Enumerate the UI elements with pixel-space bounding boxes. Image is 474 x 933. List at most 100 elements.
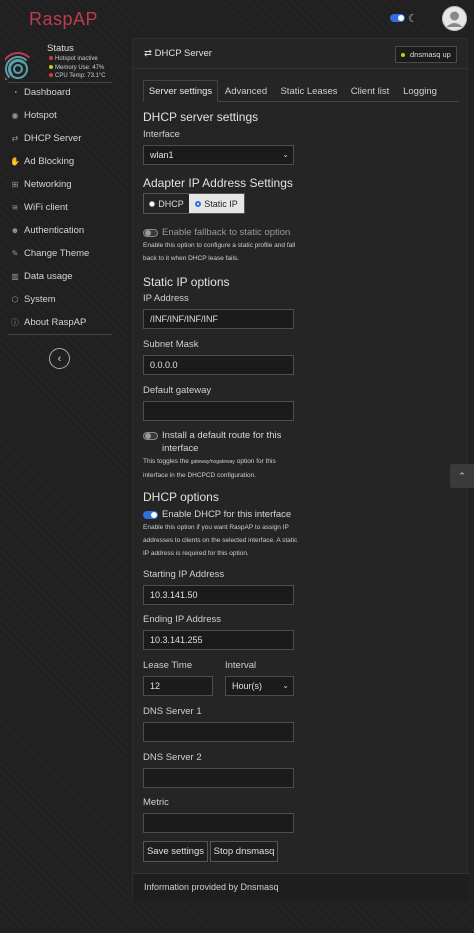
sidebar-item-label: Hotspot xyxy=(24,109,57,121)
sidebar-item-system[interactable]: ⬡ System xyxy=(8,290,112,308)
sidebar-item-label: System xyxy=(24,293,56,305)
radio-static-ip[interactable]: Static IP xyxy=(189,194,244,213)
dns2-field[interactable] xyxy=(143,768,294,788)
tachometer-icon: ◔ xyxy=(12,87,18,97)
sidebar-item-change-theme[interactable]: ✎ Change Theme xyxy=(8,244,112,262)
chevron-left-icon: ‹ xyxy=(57,352,62,365)
interface-label: Interface xyxy=(143,129,180,140)
sidebar-item-hotspot[interactable]: ◉ Hotspot xyxy=(8,106,112,124)
tab-server-settings[interactable]: Server settings xyxy=(143,80,218,102)
status-dot-icon xyxy=(49,56,53,61)
sidebar-item-data-usage[interactable]: ▥ Data usage xyxy=(8,267,112,285)
dot-circle-icon: ◉ xyxy=(11,110,19,120)
avatar[interactable] xyxy=(442,6,467,31)
raspap-logo-icon xyxy=(5,52,31,80)
subnet-mask-field[interactable]: 0.0.0.0 xyxy=(143,355,294,375)
tab-advanced[interactable]: Advanced xyxy=(219,80,273,102)
default-route-toggle[interactable] xyxy=(143,432,158,440)
sidebar-item-ad-blocking[interactable]: ✋ Ad Blocking xyxy=(8,152,112,170)
help-code: gateway/nogateway xyxy=(190,459,235,465)
brand-title[interactable]: RaspAP xyxy=(29,9,98,30)
dns1-field[interactable] xyxy=(143,722,294,742)
user-lock-icon: ☻ xyxy=(10,225,20,235)
dhcp-options-title: DHCP options xyxy=(143,490,219,504)
interface-select[interactable]: wlan1 ⌄ xyxy=(143,145,294,165)
metric-field[interactable] xyxy=(143,813,294,833)
cube-icon: ⬡ xyxy=(11,294,19,304)
divider xyxy=(8,334,112,335)
sidebar-item-label: WiFi client xyxy=(24,201,68,213)
ip-mode-radio-group: DHCP Static IP xyxy=(143,193,245,214)
chevron-down-icon: ⌄ xyxy=(282,150,289,159)
wifi-icon: ≋ xyxy=(11,202,19,212)
sidebar-item-wifi-client[interactable]: ≋ WiFi client xyxy=(8,198,112,216)
footer-text: Information provided by Dnsmasq xyxy=(144,882,279,892)
radio-label: DHCP xyxy=(158,198,184,209)
network-icon: ⊞ xyxy=(11,179,19,189)
status-badge: dnsmasq up xyxy=(395,46,457,63)
sidebar-item-dhcp-server[interactable]: ⇄ DHCP Server xyxy=(8,129,112,147)
interval-label: Interval xyxy=(225,660,257,671)
start-ip-value: 10.3.141.50 xyxy=(150,590,198,600)
tab-client-list[interactable]: Client list xyxy=(345,80,395,102)
start-ip-label: Starting IP Address xyxy=(143,569,225,580)
radio-circle-icon xyxy=(195,200,202,207)
top-bar: RaspAP ☾ xyxy=(0,0,474,38)
sidebar-item-dashboard[interactable]: ◔ Dashboard xyxy=(8,83,112,101)
subnet-value: 0.0.0.0 xyxy=(150,360,178,370)
subnet-label: Subnet Mask xyxy=(143,339,199,350)
sidebar-item-label: Authentication xyxy=(24,224,85,236)
fallback-label: Enable fallback to static option xyxy=(162,227,291,238)
badge-text: dnsmasq up xyxy=(410,50,451,59)
user-icon xyxy=(442,6,467,31)
lease-time-value: 12 xyxy=(150,681,161,691)
lease-time-field[interactable]: 12 xyxy=(143,676,213,696)
sidebar-item-authentication[interactable]: ☻ Authentication xyxy=(8,221,112,239)
radio-circle-icon xyxy=(149,200,156,207)
sidebar-item-about-raspap[interactable]: ⓘ About RaspAP xyxy=(8,313,112,331)
save-settings-button[interactable]: Save settings xyxy=(143,841,208,862)
metric-label: Metric xyxy=(143,797,169,808)
hotspot-status: Hotspot inactive xyxy=(49,56,98,62)
section-title: DHCP server settings xyxy=(143,110,259,124)
exchange-icon: ⇄ xyxy=(11,133,19,143)
enable-dhcp-toggle[interactable] xyxy=(143,511,158,519)
status-text: Memory Use: 47% xyxy=(55,65,105,71)
tab-static-leases[interactable]: Static Leases xyxy=(274,80,344,102)
info-circle-icon: ⓘ xyxy=(11,317,19,327)
adapter-title: Adapter IP Address Settings xyxy=(143,176,293,190)
fallback-help: Enable this option to configure a static… xyxy=(143,242,296,262)
cpu-status: CPU Temp: 73.1°C xyxy=(49,73,106,79)
default-gateway-field[interactable] xyxy=(143,401,294,421)
stop-dnsmasq-button[interactable]: Stop dnsmasq xyxy=(210,841,278,862)
card-title-text: DHCP Server xyxy=(154,48,212,59)
moon-icon: ☾ xyxy=(408,13,418,25)
radio-label: Static IP xyxy=(204,198,238,209)
chevron-down-icon: ⌄ xyxy=(282,681,289,690)
sidebar-collapse-button[interactable]: ‹ xyxy=(49,348,70,369)
help-text: This toggles the xyxy=(143,458,191,465)
tab-logging[interactable]: Logging xyxy=(396,80,444,102)
ip-address-field[interactable]: /INF/INF/INF/INF xyxy=(143,309,294,329)
sidebar-item-label: Ad Blocking xyxy=(24,155,75,167)
radio-dhcp[interactable]: DHCP xyxy=(144,194,189,213)
sidebar-item-networking[interactable]: ⊞ Networking xyxy=(8,175,112,193)
back-to-top-button[interactable]: ⌃ xyxy=(450,464,474,488)
theme-toggle[interactable] xyxy=(390,14,405,22)
sidebar-item-label: Data usage xyxy=(24,270,73,282)
fallback-toggle[interactable] xyxy=(143,229,158,237)
end-ip-field[interactable]: 10.3.141.255 xyxy=(143,630,294,650)
paint-brush-icon: ✎ xyxy=(11,248,19,258)
static-title: Static IP options xyxy=(143,275,230,289)
dns1-label: DNS Server 1 xyxy=(143,706,202,717)
chart-bar-icon: ▥ xyxy=(11,271,19,281)
end-ip-label: Ending IP Address xyxy=(143,614,221,625)
ip-value: /INF/INF/INF/INF xyxy=(150,314,218,324)
hand-icon: ✋ xyxy=(10,156,20,166)
card-footer: Information provided by Dnsmasq xyxy=(133,873,469,901)
end-ip-value: 10.3.141.255 xyxy=(150,635,203,645)
interval-select[interactable]: Hour(s) ⌄ xyxy=(225,676,294,696)
enable-dhcp-help: Enable this option if you want RaspAP to… xyxy=(143,524,298,557)
start-ip-field[interactable]: 10.3.141.50 xyxy=(143,585,294,605)
default-route-label: Install a default route for this interfa… xyxy=(162,430,282,454)
